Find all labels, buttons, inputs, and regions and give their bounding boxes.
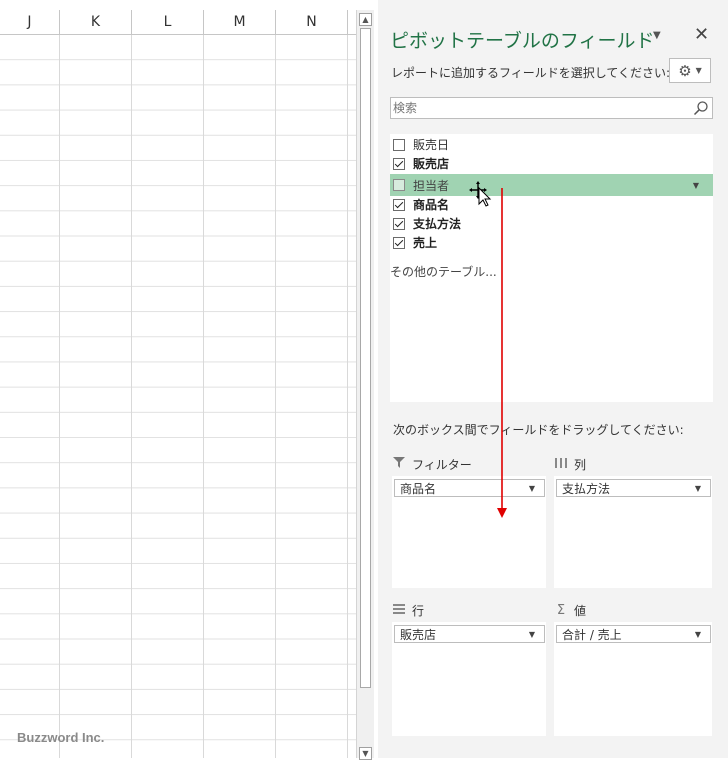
field-checkbox[interactable] [393,179,405,191]
chevron-down-icon[interactable]: ▼ [693,181,699,190]
pivot-field-pane: ピボットテーブルのフィールド ▼ ✕ レポートに追加するフィールドを選択してくだ… [378,0,728,758]
vertical-scrollbar[interactable]: ▲ ▼ [356,10,374,760]
field-checkbox[interactable] [393,217,405,230]
columns-field-pill[interactable]: 支払方法 ▼ [556,479,711,497]
field-checkbox[interactable] [393,236,405,249]
rows-area[interactable]: 行 販売店 ▼ [392,598,546,736]
column-header-k[interactable]: K [60,10,132,34]
filter-field-pill[interactable]: 商品名 ▼ [394,479,545,497]
gear-icon: ⚙ [678,61,692,80]
values-field-label: 合計 / 売上 [562,627,622,642]
scroll-up-arrow-icon[interactable]: ▲ [359,13,372,26]
rows-area-label: 行 [412,603,425,618]
field-instruction: レポートに追加するフィールドを選択してください: [391,66,671,80]
field-item-product[interactable]: 商品名 [390,195,713,214]
values-field-pill[interactable]: 合計 / 売上 ▼ [556,625,711,643]
search-icon[interactable] [693,100,709,116]
field-list: 販売日 販売店 担当者 ▼ 商品名 支払方法 売上 その他のテーブル... [390,134,713,402]
field-label: 販売店 [413,157,450,171]
filter-icon [392,457,406,471]
values-area-label: 値 [574,603,587,618]
scrollbar-thumb[interactable] [360,28,371,688]
spreadsheet-area[interactable]: J K L M N Buzzword Inc. [0,0,356,758]
field-checkbox[interactable] [393,198,405,211]
chevron-down-icon[interactable]: ▼ [695,484,701,493]
tools-button[interactable]: ⚙ ▼ [669,58,711,83]
field-item-store[interactable]: 販売店 [390,154,713,173]
filter-drop-zone[interactable]: 商品名 ▼ [392,476,546,588]
column-header-n[interactable]: N [276,10,348,34]
field-label: 商品名 [413,198,450,212]
field-checkbox[interactable] [393,157,405,170]
field-checkbox[interactable] [393,138,405,151]
drag-hint-text: 次のボックス間でフィールドをドラッグしてください: [393,423,684,437]
rows-field-label: 販売店 [400,627,437,642]
pane-title: ピボットテーブルのフィールド [390,30,655,52]
sigma-icon: Σ [556,602,566,618]
columns-field-label: 支払方法 [562,481,611,496]
column-header-row: J K L M N [0,10,356,35]
field-label: 販売日 [413,138,450,152]
other-tables-link[interactable]: その他のテーブル... [390,263,497,280]
chevron-down-icon: ▼ [695,66,702,75]
scroll-down-arrow-icon[interactable]: ▼ [359,747,372,760]
values-drop-zone[interactable]: 合計 / 売上 ▼ [554,622,712,736]
watermark-text: Buzzword Inc. [17,730,105,745]
field-item-payment[interactable]: 支払方法 [390,214,713,233]
cell-grid[interactable] [0,35,356,758]
column-header-m[interactable]: M [204,10,276,34]
field-search-box[interactable] [390,97,713,119]
field-item-sales[interactable]: 売上 [390,233,713,252]
columns-area-label: 列 [574,457,587,472]
filter-area[interactable]: フィルター 商品名 ▼ [392,452,546,588]
pane-options-chevron-icon[interactable]: ▼ [653,30,661,41]
columns-icon [554,457,568,471]
rows-field-pill[interactable]: 販売店 ▼ [394,625,545,643]
close-icon[interactable]: ✕ [694,24,709,45]
values-area[interactable]: Σ 値 合計 / 売上 ▼ [554,598,712,736]
rows-drop-zone[interactable]: 販売店 ▼ [392,622,546,736]
column-header-j[interactable]: J [0,10,60,34]
search-input[interactable] [391,98,683,118]
filter-area-label: フィルター [412,457,472,472]
chevron-down-icon[interactable]: ▼ [529,484,535,493]
chevron-down-icon[interactable]: ▼ [529,630,535,639]
filter-field-label: 商品名 [400,481,437,496]
field-item-sales-date[interactable]: 販売日 [390,135,713,154]
chevron-down-icon[interactable]: ▼ [695,630,701,639]
field-label: 売上 [413,236,438,250]
field-label: 担当者 [413,178,450,193]
column-header-l[interactable]: L [132,10,204,34]
columns-area[interactable]: 列 支払方法 ▼ [554,452,712,588]
rows-icon [392,603,406,617]
columns-drop-zone[interactable]: 支払方法 ▼ [554,476,712,588]
field-item-staff[interactable]: 担当者 ▼ [390,174,713,196]
field-label: 支払方法 [413,217,462,231]
